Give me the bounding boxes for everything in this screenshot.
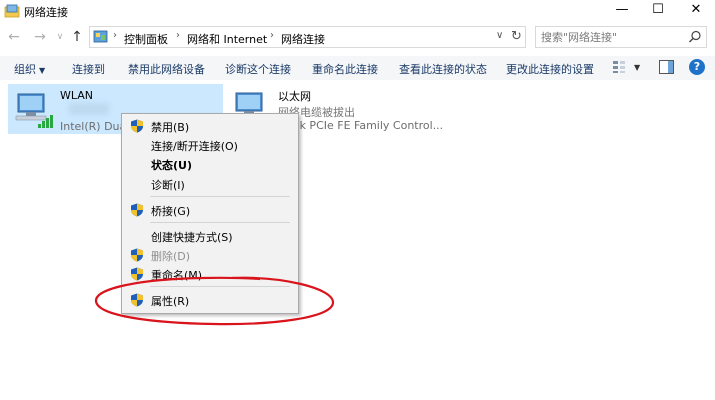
menu-label-connect-disconnect: 连接/断开连接(O)	[151, 140, 238, 153]
address-bar[interactable]: › 控制面板 › 网络和 Internet › 网络连接 ∨ ↻	[89, 26, 526, 48]
network-connections-window: 网络连接 — ☐ ✕ ← → ∨ ↑ › 控制面板 › 网络和 Internet…	[0, 0, 715, 400]
annotation-ellipse	[94, 276, 335, 326]
ethernet-device: ...tek PCIe FE Family Control...	[278, 119, 444, 132]
minimize-button[interactable]: —	[603, 0, 641, 22]
breadcrumb-network-connections[interactable]: 网络连接	[281, 31, 325, 47]
organize-label: 组织	[14, 63, 36, 76]
title-bar: 网络连接 — ☐ ✕	[0, 0, 715, 22]
menu-label-delete: 删除(D)	[151, 250, 191, 263]
menu-separator	[150, 222, 290, 223]
menu-item-bridge[interactable]: 桥接(G)	[122, 200, 298, 219]
menu-item-disable[interactable]: 禁用(B)	[122, 116, 298, 135]
wlan-name: WLAN	[60, 89, 94, 102]
menu-label-status: 状态(U)	[151, 159, 192, 172]
refresh-icon[interactable]: ↻	[511, 29, 522, 44]
address-row: ← → ∨ ↑ › 控制面板 › 网络和 Internet › 网络连接 ∨ ↻	[0, 26, 715, 50]
search-input[interactable]	[541, 30, 681, 45]
breadcrumb-separator-icon: ›	[113, 30, 117, 41]
shield-icon	[131, 248, 143, 262]
ethernet-name: 以太网	[278, 90, 311, 103]
redacted-ssid	[69, 103, 109, 115]
menu-label-bridge: 桥接(G)	[151, 205, 191, 218]
connect-to-button[interactable]: 连接到	[72, 61, 105, 77]
back-arrow-icon[interactable]: ←	[6, 29, 22, 45]
caret-down-icon: ▼	[39, 66, 46, 75]
search-icon[interactable]	[688, 30, 702, 44]
maximize-button[interactable]: ☐	[639, 0, 677, 22]
view-status-button[interactable]: 查看此连接的状态	[399, 61, 487, 77]
close-button[interactable]: ✕	[677, 0, 715, 22]
address-dropdown-icon[interactable]: ∨	[496, 30, 503, 41]
change-settings-button[interactable]: 更改此连接的设置	[506, 61, 594, 77]
window-title: 网络连接	[24, 6, 68, 19]
breadcrumb-network-internet[interactable]: 网络和 Internet	[187, 31, 267, 47]
disable-device-button[interactable]: 禁用此网络设备	[128, 61, 205, 77]
forward-arrow-icon[interactable]: →	[32, 29, 48, 45]
menu-item-status[interactable]: 状态(U)	[122, 154, 298, 173]
up-arrow-icon[interactable]: ↑	[69, 29, 85, 45]
menu-label-create-shortcut: 创建快捷方式(S)	[151, 231, 233, 244]
preview-pane-icon[interactable]	[659, 60, 674, 74]
rename-connection-button[interactable]: 重命名此连接	[312, 61, 378, 77]
menu-label-diagnose: 诊断(I)	[151, 179, 185, 192]
recent-locations-chevron-icon[interactable]: ∨	[52, 29, 68, 45]
view-options-icon[interactable]	[612, 60, 626, 74]
wlan-adapter-icon	[15, 93, 53, 128]
menu-item-create-shortcut[interactable]: 创建快捷方式(S)	[122, 226, 298, 245]
menu-label-disable: 禁用(B)	[151, 121, 190, 134]
command-bar: 组织 ▼ 连接到 禁用此网络设备 诊断这个连接 重命名此连接 查看此连接的状态 更…	[0, 56, 715, 80]
diagnose-connection-button[interactable]: 诊断这个连接	[225, 61, 291, 77]
help-icon[interactable]: ?	[689, 59, 705, 75]
menu-item-diagnose[interactable]: 诊断(I)	[122, 174, 298, 193]
shield-icon	[131, 203, 143, 217]
breadcrumb-separator-icon: ›	[176, 30, 180, 41]
breadcrumb-separator-icon: ›	[270, 30, 274, 41]
network-folder-icon	[4, 4, 20, 18]
breadcrumb-control-panel[interactable]: 控制面板	[124, 31, 168, 47]
shield-icon	[131, 119, 143, 133]
control-panel-icon	[93, 30, 108, 43]
organize-menu[interactable]: 组织 ▼	[14, 61, 45, 77]
search-box[interactable]	[535, 26, 707, 48]
menu-item-connect-disconnect[interactable]: 连接/断开连接(O)	[122, 135, 298, 154]
menu-separator	[150, 196, 290, 197]
menu-item-delete: 删除(D)	[122, 245, 298, 264]
view-options-caret-icon[interactable]: ▼	[634, 63, 640, 72]
wlan-device: Intel(R) Dual	[60, 120, 130, 133]
